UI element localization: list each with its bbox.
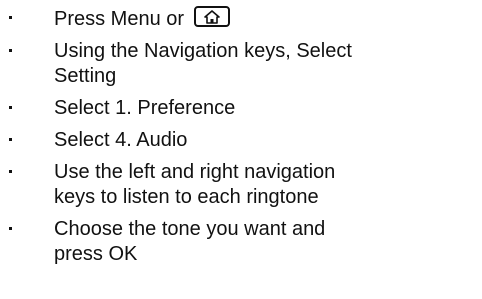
step-select-preference: Select 1. Preference: [0, 96, 354, 121]
bullet: [9, 138, 12, 141]
step-text: Choose the tone you want and press OK: [54, 218, 326, 265]
step-text: Select 1. Preference: [54, 97, 236, 119]
step-listen-ringtone: Use the left and right navigation keys t…: [0, 160, 354, 210]
instruction-list: Press Menu or Using the Navigation keys,…: [0, 0, 482, 274]
step-select-audio: Select 4. Audio: [0, 128, 354, 153]
bullet: [9, 16, 12, 19]
home-icon: [203, 9, 220, 24]
bullet: [9, 106, 12, 109]
bullet: [9, 170, 12, 173]
bullet: [9, 227, 12, 230]
step-choose-tone: Choose the tone you want and press OK: [0, 217, 354, 267]
home-key: [193, 6, 230, 27]
step-press-menu: Press Menu or: [0, 6, 354, 32]
step-text: Using the Navigation keys, Select Settin…: [54, 40, 352, 87]
step-select-setting: Using the Navigation keys, Select Settin…: [0, 39, 354, 89]
bullet: [9, 49, 12, 52]
step-text: Use the left and right navigation keys t…: [54, 161, 336, 208]
step-text: Select 4. Audio: [54, 129, 188, 151]
step-text: Press Menu or: [54, 8, 185, 30]
